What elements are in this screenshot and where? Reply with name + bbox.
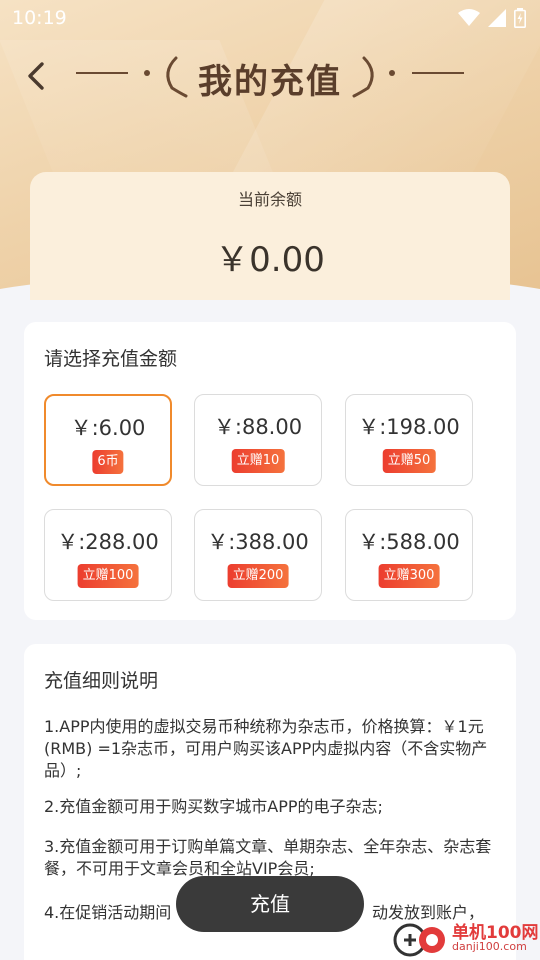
status-icons [458,8,526,28]
option-price: ￥:88.00 [213,415,303,439]
site-watermark: 单机100网 danji100.com [390,918,540,960]
option-bonus-badge: 立赠10 [231,449,285,473]
recharge-option-388[interactable]: ￥:388.00 立赠200 [194,509,322,601]
option-price: ￥:198.00 [358,415,460,439]
option-price: ￥:588.00 [358,530,460,554]
recharge-option-588[interactable]: ￥:588.00 立赠300 [345,509,473,601]
recharge-option-198[interactable]: ￥:198.00 立赠50 [345,394,473,486]
status-time: 10:19 [12,7,67,29]
wifi-icon [458,9,480,26]
rule-item: 3.充值金额可用于订购单篇文章、单期杂志、全年杂志、杂志套餐，不可用于文章会员和… [44,837,492,878]
balance-card: 当前余额 ￥0.00 [30,172,510,300]
option-price: ￥:288.00 [57,530,159,554]
recharge-amount-panel: 请选择充值金额 ￥:6.00 6币 ￥:88.00 立赠10 ￥:198.00 … [24,322,516,620]
option-bonus-badge: 6币 [92,450,124,474]
recharge-section-title: 请选择充值金额 [44,348,178,370]
recharge-option-288[interactable]: ￥:288.00 立赠100 [44,509,172,601]
balance-value: ￥0.00 [215,240,325,280]
rules-title: 充值细则说明 [44,670,159,692]
option-price: ￥:6.00 [70,416,146,440]
battery-icon [514,8,526,28]
status-bar: 10:19 [0,0,540,38]
title-banner: 我的充值 [0,48,540,104]
page-title: 我的充值 [198,62,342,102]
balance-label: 当前余额 [237,190,302,209]
watermark-logo-icon [393,923,445,957]
recharge-option-88[interactable]: ￥:88.00 立赠10 [194,394,322,486]
rule-item: 1.APP内使用的虚拟交易币种统称为杂志币，价格换算：￥1元 (RMB) =1杂… [44,717,488,780]
option-bonus-badge: 立赠200 [227,564,289,588]
signal-icon [488,9,506,27]
option-price: ￥:388.00 [207,530,309,554]
option-bonus-badge: 立赠50 [382,449,436,473]
recharge-button[interactable]: 充值 [176,876,364,932]
option-bonus-badge: 立赠300 [378,564,440,588]
rule-item: 2.充值金额可用于购买数字城市APP的电子杂志; [44,797,383,816]
watermark-url: danji100.com [452,940,527,953]
recharge-option-6[interactable]: ￥:6.00 6币 [44,394,172,486]
option-bonus-badge: 立赠100 [77,564,139,588]
